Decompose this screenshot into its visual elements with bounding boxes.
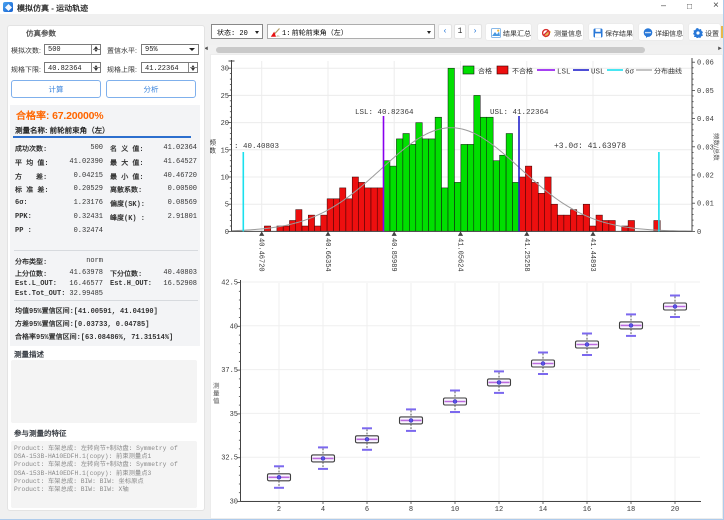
svg-text:0.02: 0.02 (697, 173, 714, 181)
svg-text:USL: 41.22364: USL: 41.22364 (490, 109, 549, 117)
svg-text:LSL: 40.82364: LSL: 40.82364 (355, 109, 414, 117)
svg-text:LSL: LSL (557, 69, 571, 77)
svg-text:6σ: 6σ (625, 69, 635, 77)
svg-text:0.06: 0.06 (697, 60, 714, 68)
svg-text:40.66354: 40.66354 (323, 238, 331, 272)
svg-text:16: 16 (583, 506, 591, 514)
svg-text:: 40.40803: : 40.40803 (234, 143, 280, 151)
svg-text:+3.0σ: 41.63978: +3.0σ: 41.63978 (554, 142, 626, 151)
svg-text:10: 10 (451, 506, 459, 514)
svg-text:25: 25 (221, 93, 229, 101)
svg-text:30: 30 (230, 499, 238, 507)
svg-text:37.5: 37.5 (221, 367, 238, 375)
svg-text:32.5: 32.5 (221, 455, 238, 463)
svg-text:数: 数 (210, 147, 216, 155)
svg-text:USL: USL (591, 69, 605, 77)
svg-text:0.01: 0.01 (697, 201, 714, 209)
svg-text:30: 30 (221, 66, 229, 74)
svg-text:0.05: 0.05 (697, 88, 714, 96)
svg-text:40.85989: 40.85989 (389, 238, 397, 272)
svg-text:0.04: 0.04 (697, 116, 714, 124)
svg-text:15: 15 (221, 147, 229, 155)
svg-text:41.44893: 41.44893 (588, 238, 596, 272)
svg-text:0: 0 (697, 229, 701, 237)
svg-text:41.25258: 41.25258 (522, 238, 530, 272)
svg-text:4: 4 (321, 506, 325, 514)
svg-text:42.5: 42.5 (221, 280, 238, 288)
svg-text:测: 测 (213, 382, 220, 390)
svg-text:18: 18 (627, 506, 635, 514)
svg-text:40.46720: 40.46720 (257, 238, 265, 272)
svg-text:分布曲线: 分布曲线 (654, 68, 682, 76)
svg-text:12: 12 (495, 506, 503, 514)
svg-text:6: 6 (365, 506, 369, 514)
svg-text:5: 5 (225, 202, 229, 210)
svg-text:合格: 合格 (478, 68, 492, 76)
svg-text:10: 10 (221, 175, 229, 183)
svg-text:值: 值 (213, 397, 220, 405)
svg-text:14: 14 (539, 506, 547, 514)
svg-text:频数/总数: 频数/总数 (712, 133, 720, 161)
svg-text:20: 20 (671, 506, 679, 514)
svg-text:量: 量 (213, 390, 220, 398)
svg-text:不合格: 不合格 (512, 68, 533, 76)
svg-text:2: 2 (277, 506, 281, 514)
svg-text:35: 35 (230, 411, 238, 419)
svg-text:8: 8 (409, 506, 413, 514)
svg-text:41.05624: 41.05624 (456, 238, 464, 272)
svg-text:40: 40 (230, 323, 238, 331)
svg-text:频: 频 (210, 139, 216, 147)
svg-text:0: 0 (225, 229, 229, 237)
svg-text:0.03: 0.03 (697, 144, 714, 152)
svg-text:20: 20 (221, 120, 229, 128)
